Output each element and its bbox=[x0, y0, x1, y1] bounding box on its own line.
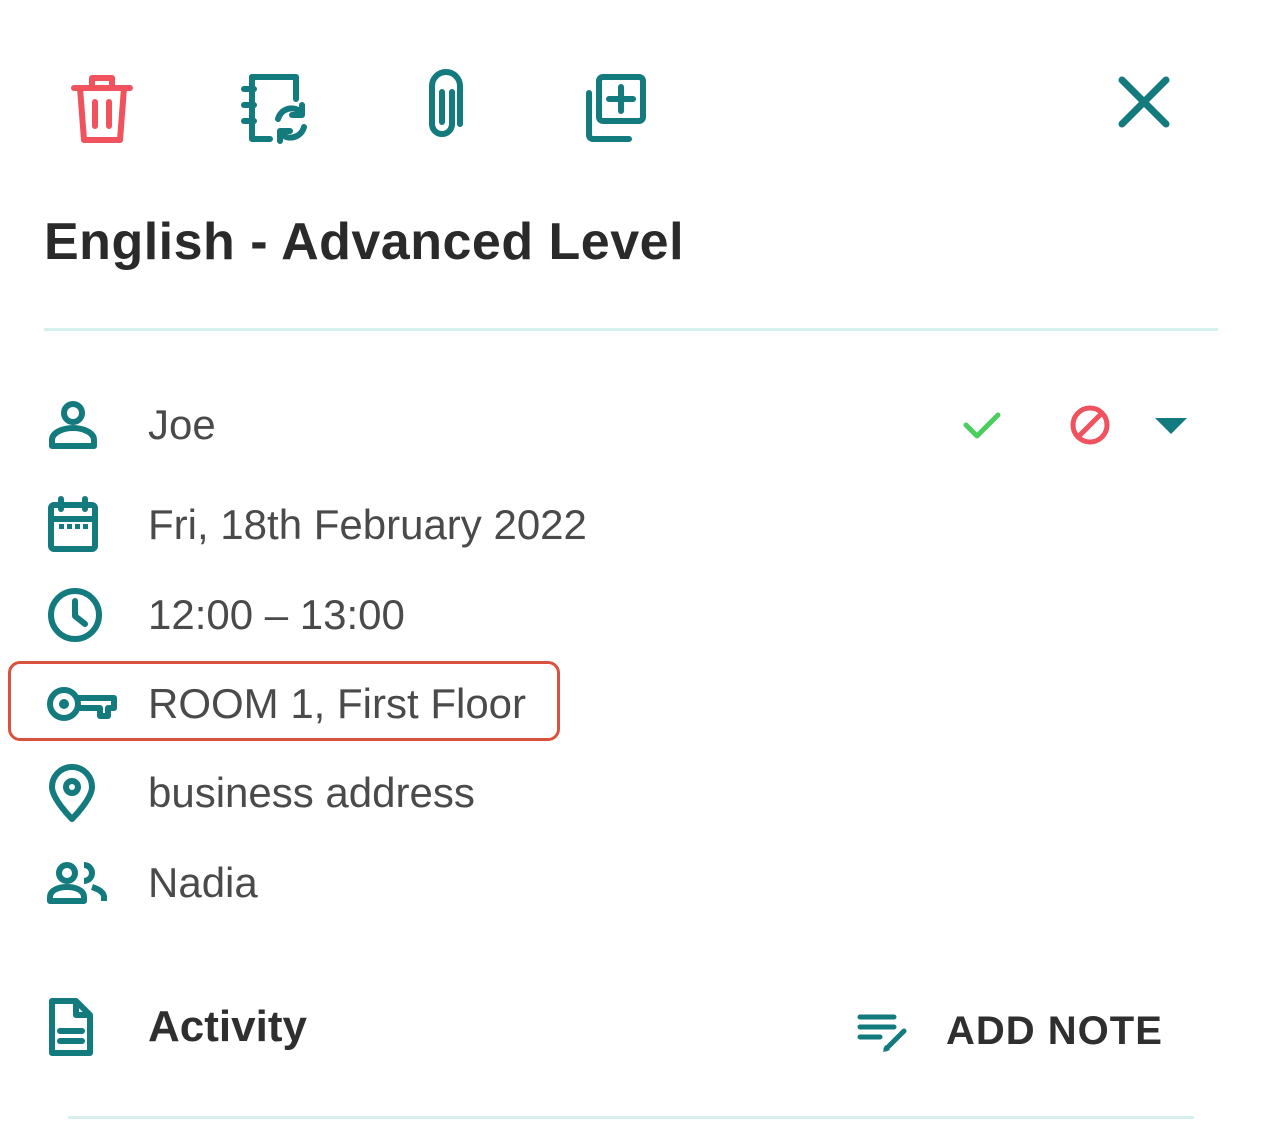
room-row: ROOM 1, First Floor bbox=[40, 669, 1220, 739]
attach-button[interactable] bbox=[402, 68, 482, 148]
note-edit-icon bbox=[857, 1014, 907, 1052]
delete-button[interactable] bbox=[62, 68, 142, 148]
block-icon bbox=[1070, 405, 1110, 445]
time-row: 12:00 – 13:00 bbox=[40, 580, 1220, 650]
person-icon bbox=[49, 401, 97, 449]
date-row: Fri, 18th February 2022 bbox=[40, 490, 1220, 560]
add-note-label: ADD NOTE bbox=[946, 1008, 1163, 1053]
trash-icon bbox=[71, 75, 133, 143]
event-date: Fri, 18th February 2022 bbox=[148, 501, 587, 548]
check-icon bbox=[963, 412, 1001, 439]
status-menu-button[interactable] bbox=[1146, 404, 1196, 448]
location-row: business address bbox=[40, 758, 1220, 828]
document-icon bbox=[49, 998, 93, 1056]
paperclip-icon bbox=[429, 69, 463, 137]
teacher-name: Joe bbox=[148, 401, 216, 448]
location-pin-icon bbox=[49, 764, 95, 822]
people-icon bbox=[47, 862, 107, 904]
close-icon bbox=[1118, 76, 1170, 128]
event-title: English - Advanced Level bbox=[44, 213, 685, 271]
caret-down-icon bbox=[1155, 418, 1187, 434]
activity-heading: Activity bbox=[148, 1002, 307, 1051]
confirm-button[interactable] bbox=[952, 400, 1012, 450]
clock-icon bbox=[48, 588, 102, 642]
reschedule-button[interactable] bbox=[234, 68, 314, 148]
calendar-icon bbox=[48, 496, 98, 552]
event-location: business address bbox=[148, 769, 475, 816]
teacher-row: Joe bbox=[40, 390, 1220, 460]
duplicate-button[interactable] bbox=[574, 68, 654, 148]
add-note-button[interactable]: ADD NOTE bbox=[850, 996, 1163, 1066]
cancel-button[interactable] bbox=[1060, 398, 1120, 452]
attendee-name: Nadia bbox=[148, 859, 258, 906]
close-button[interactable] bbox=[1104, 62, 1184, 142]
event-room: ROOM 1, First Floor bbox=[148, 680, 527, 727]
title-divider bbox=[44, 328, 1218, 331]
attendees-row: Nadia bbox=[40, 848, 1220, 918]
notebook-sync-icon bbox=[241, 74, 307, 144]
key-icon bbox=[47, 687, 117, 721]
activity-divider bbox=[68, 1116, 1194, 1119]
event-time: 12:00 – 13:00 bbox=[148, 591, 405, 638]
duplicate-plus-icon bbox=[586, 74, 646, 142]
